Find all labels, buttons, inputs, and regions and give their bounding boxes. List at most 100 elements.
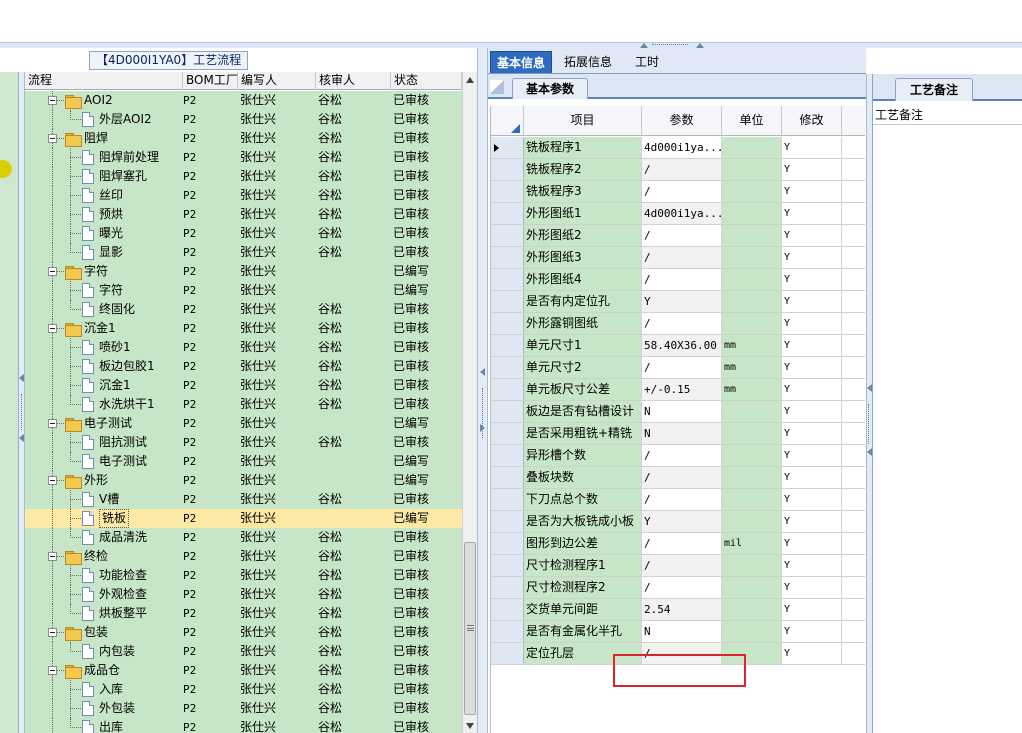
splitter-arrow-right-icon[interactable] (480, 424, 485, 432)
grid-row[interactable]: 尺寸检测程序1/ Y (491, 555, 865, 577)
grid-cell-modify[interactable]: Y (782, 599, 842, 620)
grid-cell-unit[interactable] (722, 159, 782, 180)
collapse-minus-icon[interactable] (48, 552, 57, 561)
grid-row[interactable]: 异形槽个数 / Y (491, 445, 865, 467)
grid-row[interactable]: 外形图纸1 4d000i1ya... Y (491, 203, 865, 225)
splitter-arrow-left-icon[interactable] (19, 434, 24, 442)
grid-row[interactable]: 尺寸检测程序2/ Y (491, 577, 865, 599)
row-header[interactable] (491, 401, 524, 422)
grid-cell-param[interactable]: 58.40X36.00 (642, 335, 722, 356)
tree-row[interactable]: 阻焊前处理 P2 张仕兴 谷松 已审核 (25, 148, 462, 167)
row-header[interactable] (491, 489, 524, 510)
collapse-minus-icon[interactable] (48, 134, 57, 143)
column-header-bom[interactable]: BOM工厂 (183, 72, 238, 90)
grid-cell-param[interactable]: / (642, 555, 722, 576)
grid-cell-param[interactable]: / (642, 357, 722, 378)
grid-row[interactable]: 是否有内定位孔 Y Y (491, 291, 865, 313)
grid-cell-unit[interactable]: mil (722, 533, 782, 554)
grid-cell-modify[interactable]: Y (782, 533, 842, 554)
grid-cell-unit[interactable] (722, 511, 782, 532)
grid-cell-unit[interactable] (722, 181, 782, 202)
splitter-arrow-left-icon[interactable] (19, 374, 24, 382)
grid-cell-param[interactable]: / (642, 159, 722, 180)
grid-cell-unit[interactable] (722, 225, 782, 246)
grid-row[interactable]: 下刀点总个数 / Y (491, 489, 865, 511)
row-header[interactable] (491, 643, 524, 664)
grid-cell-param[interactable]: / (642, 489, 722, 510)
grid-cell-modify[interactable]: Y (782, 555, 842, 576)
collapse-minus-icon[interactable] (48, 628, 57, 637)
grid-cell-param[interactable]: 4d000i1ya... (642, 137, 722, 158)
tree-row[interactable]: 终固化 P2 张仕兴 谷松 已审核 (25, 300, 462, 319)
middle-splitter[interactable] (477, 48, 488, 733)
splitter-arrow-left-icon[interactable] (480, 368, 485, 376)
tree-row[interactable]: 外观检查 P2 张仕兴 谷松 已审核 (25, 585, 462, 604)
grid-cell-param[interactable]: / (642, 313, 722, 334)
grid-cell-modify[interactable]: Y (782, 621, 842, 642)
grid-cell-param[interactable]: / (642, 577, 722, 598)
grid-cell-modify[interactable]: Y (782, 269, 842, 290)
grid-cell-modify[interactable]: Y (782, 335, 842, 356)
grid-cell-param[interactable]: Y (642, 511, 722, 532)
tab-process-notes[interactable]: 工艺备注 (895, 78, 973, 101)
row-header[interactable] (491, 181, 524, 202)
row-header[interactable] (491, 379, 524, 400)
column-header-checker[interactable]: 核审人 (316, 72, 391, 90)
row-header[interactable] (491, 313, 524, 334)
collapse-minus-icon[interactable] (48, 324, 57, 333)
row-header[interactable] (491, 467, 524, 488)
scroll-up-arrow-icon[interactable] (466, 77, 474, 83)
grid-cell-param[interactable]: N (642, 401, 722, 422)
collapse-minus-icon[interactable] (48, 419, 57, 428)
grid-cell-unit[interactable] (722, 313, 782, 334)
tree-row[interactable]: 功能检查 P2 张仕兴 谷松 已审核 (25, 566, 462, 585)
grid-cell-unit[interactable]: mm (722, 379, 782, 400)
grid-cell-modify[interactable]: Y (782, 159, 842, 180)
grid-cell-param[interactable]: / (642, 533, 722, 554)
tree-row[interactable]: 外形 P2 张仕兴 已编写 (25, 471, 462, 490)
tree-row[interactable]: 板边包胶1 P2 张仕兴 谷松 已审核 (25, 357, 462, 376)
tree-row[interactable]: 外包装 P2 张仕兴 谷松 已审核 (25, 699, 462, 718)
grid-cell-param[interactable]: / (642, 247, 722, 268)
grid-row[interactable]: 交货单元间距 2.54 Y (491, 599, 865, 621)
grid-cell-param[interactable]: N (642, 423, 722, 444)
grid-cell-modify[interactable]: Y (782, 379, 842, 400)
tree-row[interactable]: 终检 P2 张仕兴 谷松 已审核 (25, 547, 462, 566)
tree-row[interactable]: 曝光 P2 张仕兴 谷松 已审核 (25, 224, 462, 243)
grid-cell-modify[interactable]: Y (782, 511, 842, 532)
tree-row[interactable]: 成品仓 P2 张仕兴 谷松 已审核 (25, 661, 462, 680)
grid-cell-modify[interactable]: Y (782, 423, 842, 444)
grid-row[interactable]: 叠板块数 / Y (491, 467, 865, 489)
tree-row[interactable]: 铣板 P2 张仕兴 已编写 (25, 509, 462, 528)
row-header[interactable] (491, 423, 524, 444)
tree-row[interactable]: 阻焊 P2 张仕兴 谷松 已审核 (25, 129, 462, 148)
row-header[interactable] (491, 621, 524, 642)
row-header[interactable] (491, 269, 524, 290)
tree-row[interactable]: 成品清洗 P2 张仕兴 谷松 已审核 (25, 528, 462, 547)
collapse-minus-icon[interactable] (48, 267, 57, 276)
grid-cell-modify[interactable]: Y (782, 577, 842, 598)
tab-extended-info[interactable]: 拓展信息 (558, 51, 618, 73)
grid-cell-unit[interactable] (722, 247, 782, 268)
scroll-down-arrow-icon[interactable] (466, 723, 474, 729)
row-header[interactable] (491, 445, 524, 466)
grid-cell-unit[interactable] (722, 137, 782, 158)
row-header[interactable] (491, 533, 524, 554)
tree-scrollbar[interactable] (462, 72, 477, 733)
grid-cell-unit[interactable] (722, 401, 782, 422)
tree-row[interactable]: 水洗烘干1 P2 张仕兴 谷松 已审核 (25, 395, 462, 414)
grid-cell-param[interactable]: / (642, 445, 722, 466)
grid-cell-unit[interactable] (722, 621, 782, 642)
tree-row[interactable]: 电子测试 P2 张仕兴 已编写 (25, 452, 462, 471)
grid-cell-param[interactable]: / (642, 181, 722, 202)
grid-cell-modify[interactable]: Y (782, 203, 842, 224)
grid-cell-modify[interactable]: Y (782, 445, 842, 466)
grid-cell-param[interactable]: / (642, 269, 722, 290)
tab-basic-params[interactable]: 基本参数 (512, 78, 588, 99)
grid-cell-unit[interactable] (722, 577, 782, 598)
grid-row[interactable]: 外形露铜图纸 / Y (491, 313, 865, 335)
tree-row[interactable]: 字符 P2 张仕兴 已编写 (25, 262, 462, 281)
grid-cell-modify[interactable]: Y (782, 489, 842, 510)
grid-row[interactable]: 单元板尺寸公差 +/-0.15 mm Y (491, 379, 865, 401)
grid-row[interactable]: 是否为大板铣成小板 Y Y (491, 511, 865, 533)
